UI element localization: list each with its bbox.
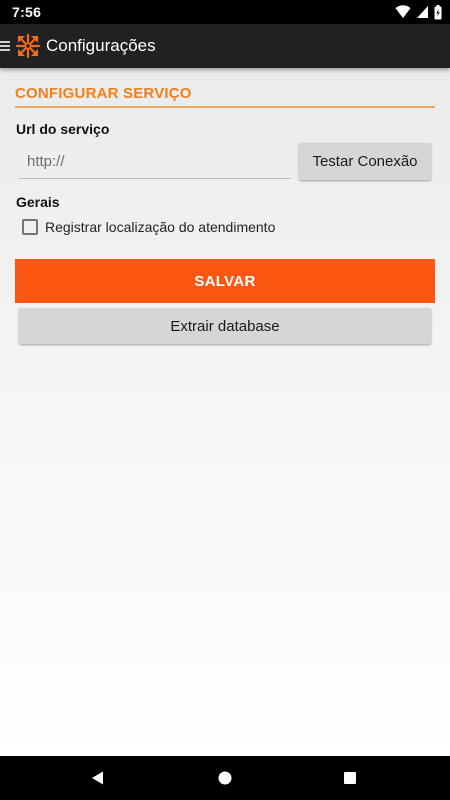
- status-icons: [395, 4, 442, 20]
- settings-content: CONFIGURAR SERVIÇO Url do serviço Testar…: [0, 68, 450, 756]
- menu-icon[interactable]: [0, 39, 12, 53]
- register-location-row[interactable]: Registrar localização do atendimento: [22, 219, 275, 235]
- status-time: 7:56: [12, 4, 42, 20]
- status-bar: 7:56: [0, 0, 450, 24]
- cellular-icon: [416, 5, 429, 19]
- section-title: CONFIGURAR SERVIÇO: [15, 85, 435, 108]
- url-input[interactable]: [19, 145, 291, 179]
- nav-bar: [0, 756, 450, 800]
- general-label: Gerais: [16, 194, 60, 210]
- back-icon[interactable]: [76, 756, 120, 800]
- app-bar: Configurações: [0, 24, 450, 68]
- app-title: Configurações: [46, 36, 156, 55]
- register-location-checkbox[interactable]: [22, 219, 38, 235]
- home-icon[interactable]: [203, 756, 247, 800]
- extract-database-button[interactable]: Extrair database: [19, 308, 431, 344]
- test-connection-button[interactable]: Testar Conexão: [299, 143, 431, 180]
- battery-icon: [434, 4, 442, 20]
- register-location-label[interactable]: Registrar localização do atendimento: [45, 219, 275, 235]
- url-label: Url do serviço: [16, 121, 110, 137]
- recents-icon[interactable]: [328, 756, 372, 800]
- app-logo-icon: [15, 33, 41, 59]
- save-button[interactable]: SALVAR: [15, 259, 435, 303]
- wifi-icon: [395, 5, 411, 19]
